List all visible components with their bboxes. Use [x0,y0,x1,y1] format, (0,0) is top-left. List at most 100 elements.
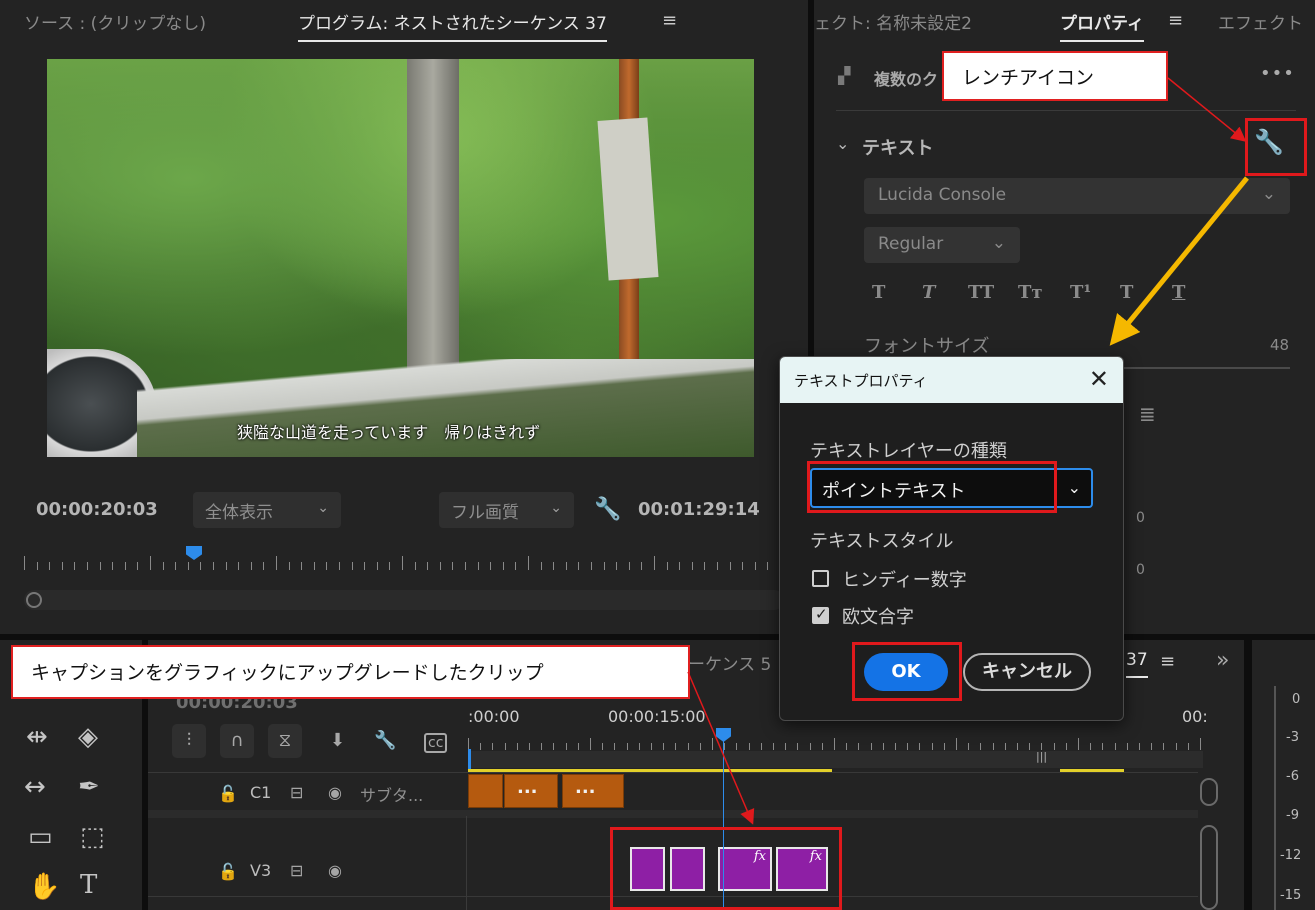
tab-effects[interactable]: エフェクト [1218,9,1303,34]
font-style-dropdown[interactable]: Regular ⌄ [864,227,1020,263]
ruler-tick [502,562,504,570]
panel-menu-icon[interactable]: ≡ [662,10,677,31]
ruler-tick [603,562,605,570]
tab-active-sequence[interactable]: 37 [1126,650,1148,678]
timeline-ruler-tick [724,743,726,750]
timeline-ruler-tick [1151,743,1153,750]
sync-lock-icon[interactable]: ⊟ [290,783,303,802]
tab-effect-controls[interactable]: ェクト: 名称未設定2 [814,9,972,34]
linked-selection-icon[interactable]: ⧖ [268,724,302,758]
chevron-down-icon: ⌄ [317,500,329,516]
time-label: :00:00 [468,707,520,726]
timeline-ruler-tick [748,743,750,750]
font-size-value[interactable]: 48 [1270,336,1289,354]
timeline-ruler-tick [760,743,762,750]
ruler-tick [61,562,63,570]
lock-icon[interactable]: 🔓 [218,784,238,803]
slip-tool-icon[interactable]: ↔ [24,772,46,802]
zoom-scrollbar-handle[interactable] [26,592,42,608]
track-toggle-v3[interactable]: V3 [250,861,271,880]
hand-tool-icon[interactable]: ✋ [28,872,60,902]
snap-magnet-icon[interactable]: ∩ [220,724,254,758]
eye-icon[interactable]: ◉ [328,861,342,880]
caption-clip[interactable] [468,774,503,808]
timeline-ruler-tick [529,743,530,750]
timeline-ruler-tick [638,743,640,750]
timeline-ruler-tick [1187,743,1189,750]
time-ruler[interactable] [24,548,784,570]
zoom-scrollbar[interactable] [24,590,784,610]
expand-panels-icon[interactable]: » [1216,648,1229,673]
numeric-value[interactable]: 0 [1136,510,1145,526]
ripple-edit-tool-icon[interactable]: ⇹ [26,722,48,752]
underline-button[interactable]: T [1172,282,1185,303]
ruler-tick [124,562,126,570]
tab-sequence[interactable]: ーケンス 5 [688,650,771,675]
small-caps-button[interactable]: Tт [1018,282,1043,303]
italic-button[interactable]: T [922,282,935,303]
all-caps-button[interactable]: TT [968,282,994,303]
ruler-tick [679,562,681,570]
timeline-ruler-tick [943,743,945,750]
chevron-down-icon: ⌄ [1067,478,1081,497]
timeline-ruler[interactable] [468,736,1208,750]
tab-properties[interactable]: プロパティ [1060,9,1144,42]
superscript-button[interactable]: T¹ [1070,282,1091,303]
vertical-scrollbar-handle[interactable] [1200,778,1218,806]
pen-tool-icon[interactable]: ✒ [78,772,100,802]
razor-tool-icon[interactable]: ◈ [78,722,98,752]
timeline-ruler-tick [1163,743,1165,750]
zoom-level-dropdown[interactable]: 全体表示 ⌄ [193,492,341,528]
close-icon[interactable]: ✕ [1089,365,1109,393]
numeric-value[interactable]: 0 [1136,562,1145,578]
ruler-tick [767,562,769,570]
sync-lock-icon[interactable]: ⊟ [290,861,303,880]
tab-program[interactable]: プログラム: ネストされたシーケンス 37 [298,9,607,42]
shape-select-tool-icon[interactable]: ⬚ [80,822,105,852]
cancel-button[interactable]: キャンセル [963,653,1091,691]
tab-source[interactable]: ソース : (クリップなし) [24,9,206,34]
ruler-tick [250,562,252,570]
track-toggle-c1[interactable]: C1 [250,783,271,802]
track-separator [148,810,1198,818]
panel-menu-icon[interactable]: ≡ [1160,651,1175,672]
more-options-icon[interactable]: ••• [1260,63,1295,84]
dialog-title: テキストプロパティ [794,372,928,390]
add-marker-icon[interactable]: ⬇ [330,730,345,751]
current-timecode[interactable]: 00:00:20:03 [36,499,158,520]
insert-sequence-icon[interactable]: ⫶ [172,724,206,758]
panel-menu-icon[interactable]: ≡ [1168,10,1183,31]
ligatures-label[interactable]: 欧文合字 [842,603,914,629]
bold-button[interactable]: T [872,282,885,303]
type-tool-icon[interactable]: T [80,870,97,900]
font-family-dropdown[interactable]: Lucida Console ⌄ [864,178,1290,214]
work-area-bar[interactable] [468,751,1203,768]
ruler-tick [742,562,744,570]
font-size-label: フォントサイズ [864,336,990,357]
ruler-tick [452,562,454,570]
captions-icon[interactable]: cc [424,733,448,753]
ruler-tick [24,556,25,570]
caption-clip[interactable]: ... [562,774,624,808]
hindi-digits-label[interactable]: ヒンディー数字 [842,566,967,592]
timeline-ruler-tick [919,743,921,750]
timeline-ruler-tick [968,743,970,750]
wrench-icon[interactable]: 🔧 [594,497,621,522]
lock-icon[interactable]: 🔓 [218,862,238,881]
eye-icon[interactable]: ◉ [328,783,342,802]
panel-divider[interactable] [1244,640,1252,910]
hindi-digits-checkbox[interactable] [812,570,829,587]
chevron-down-icon[interactable]: ⌄ [836,134,849,153]
work-area-grip-icon[interactable]: ||| [1036,750,1047,763]
ligatures-checkbox[interactable]: ✓ [812,605,829,624]
caption-clip[interactable]: ... [504,774,558,808]
subscript-button[interactable]: T [1120,282,1133,303]
wrench-icon[interactable]: 🔧 [374,730,396,751]
rectangle-tool-icon[interactable]: ▭ [28,822,53,852]
vertical-scrollbar-handle[interactable] [1200,825,1218,910]
time-label: 00:00:15:00 [608,707,706,726]
text-section-title[interactable]: テキスト [862,134,933,160]
meter-tick-label: -6 [1286,769,1299,784]
align-justify-icon[interactable]: ≣ [1139,402,1156,426]
playback-quality-dropdown[interactable]: フル画質 ⌄ [439,492,574,528]
